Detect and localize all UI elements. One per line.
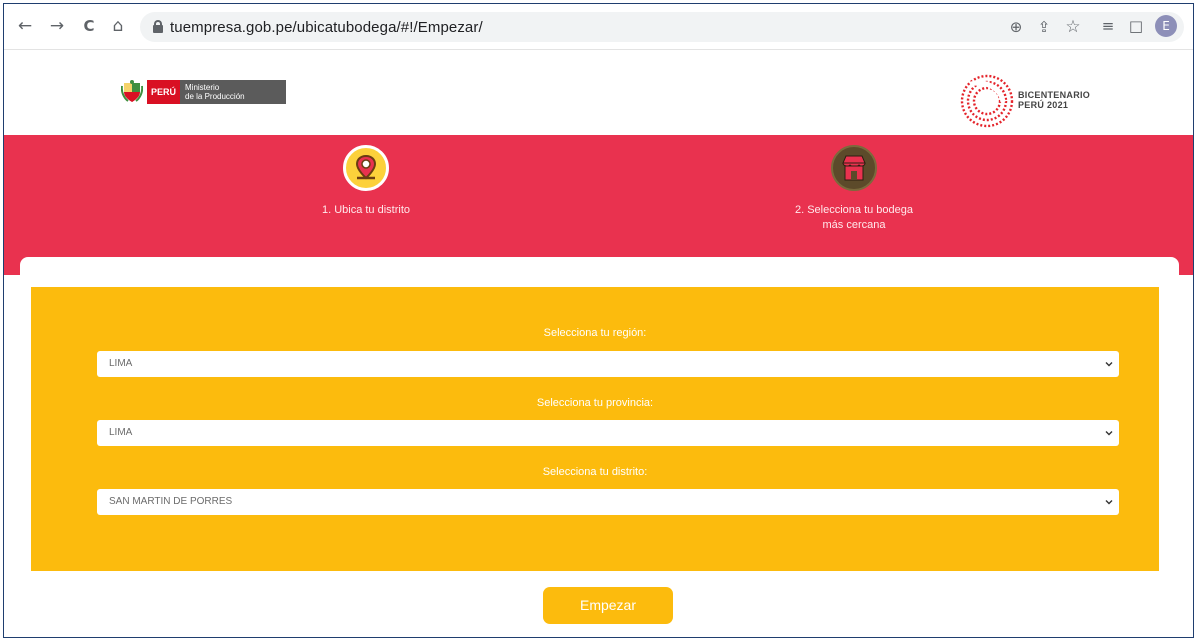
browser-toolbar: ← → C ⌂ tuempresa.gob.pe/ubicatubodega/#… xyxy=(4,4,1193,50)
peru-label: PERÚ xyxy=(147,80,181,104)
province-value: LIMA xyxy=(109,427,133,438)
profile-avatar[interactable]: E xyxy=(1155,15,1177,37)
back-icon[interactable]: ← xyxy=(14,15,36,37)
bicentenario-logo: BICENTENARIO PERÚ 2021 xyxy=(959,72,1091,130)
province-select[interactable]: LIMA xyxy=(97,420,1119,446)
steps-band: 1. Ubica tu distrito 2. Selecciona tu bo… xyxy=(4,135,1193,275)
region-select[interactable]: LIMA xyxy=(97,351,1119,377)
bicentenario-emblem-icon xyxy=(960,74,1014,128)
side-panel-icon[interactable]: □ xyxy=(1125,15,1147,37)
bicentenario-label: BICENTENARIO xyxy=(1018,90,1091,100)
reload-icon[interactable]: C xyxy=(78,15,100,37)
step-1: 1. Ubica tu distrito xyxy=(296,145,436,218)
chevron-down-icon xyxy=(1105,500,1113,505)
region-value: LIMA xyxy=(109,358,133,369)
start-button[interactable]: Empezar xyxy=(543,587,673,624)
map-pin-icon xyxy=(343,145,389,191)
peru-coat-of-arms-icon xyxy=(121,80,143,102)
chevron-down-icon xyxy=(1105,431,1113,436)
region-label: Selecciona tu región: xyxy=(543,327,647,339)
district-select[interactable]: SAN MARTIN DE PORRES xyxy=(97,489,1119,515)
peru-2021-label: PERÚ 2021 xyxy=(1018,100,1069,110)
share-icon[interactable]: ⇪ xyxy=(1033,16,1055,38)
store-icon xyxy=(831,145,877,191)
url-text[interactable]: tuempresa.gob.pe/ubicatubodega/#!/Empeza… xyxy=(170,19,483,36)
browser-window: ← → C ⌂ tuempresa.gob.pe/ubicatubodega/#… xyxy=(3,3,1194,638)
district-label: Selecciona tu distrito: xyxy=(542,466,648,478)
bookmark-star-icon[interactable]: ☆ xyxy=(1062,16,1084,38)
address-bar[interactable]: tuempresa.gob.pe/ubicatubodega/#!/Empeza… xyxy=(140,12,1184,42)
province-label: Selecciona tu provincia: xyxy=(536,397,654,409)
location-form: Selecciona tu región: LIMA Selecciona tu… xyxy=(31,287,1159,571)
produce-logo[interactable]: PERÚ Ministerio de la Producción xyxy=(121,78,287,106)
step-2-label: 2. Selecciona tu bodega más cercana xyxy=(794,204,914,231)
chevron-down-icon xyxy=(1105,362,1113,367)
zoom-icon[interactable]: ⊕ xyxy=(1005,16,1027,38)
ministry-label: Ministerio de la Producción xyxy=(180,80,287,104)
district-value: SAN MARTIN DE PORRES xyxy=(109,496,233,507)
step-2: 2. Selecciona tu bodega más cercana xyxy=(774,145,934,233)
form-card: Selecciona tu región: LIMA Selecciona tu… xyxy=(20,257,1179,637)
site-header: PERÚ Ministerio de la Producción BICENTE… xyxy=(4,51,1193,135)
reading-list-icon[interactable]: ≡ xyxy=(1097,15,1119,37)
lock-icon xyxy=(153,20,163,33)
forward-icon[interactable]: → xyxy=(46,15,68,37)
home-icon[interactable]: ⌂ xyxy=(107,15,129,37)
step-1-label: 1. Ubica tu distrito xyxy=(321,204,411,216)
